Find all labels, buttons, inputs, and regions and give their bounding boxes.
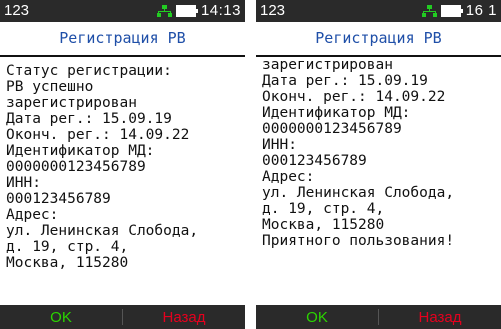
- ok-softkey[interactable]: OK: [256, 305, 378, 329]
- network-icon: [421, 4, 437, 17]
- status-bar: 123 14:13: [0, 0, 245, 22]
- detail-line: Статус регистрации:: [6, 63, 172, 79]
- detail-line: ул. Ленинская Слобода,: [6, 223, 199, 239]
- status-bar: 123 16 1: [256, 0, 501, 22]
- softkey-bar: OK Назад: [256, 305, 501, 329]
- detail-line: ИНН:: [262, 137, 297, 153]
- softkey-bar: OK Назад: [0, 305, 245, 329]
- back-softkey[interactable]: Назад: [379, 305, 501, 329]
- detail-line: Адрес:: [262, 169, 315, 185]
- detail-line: зарегистрирован: [262, 57, 393, 73]
- detail-line: д. 19, стр. 4,: [6, 239, 129, 255]
- detail-line: Оконч. рег.: 14.09.22: [6, 127, 190, 143]
- battery-icon: [175, 4, 198, 17]
- signal-text: 123: [260, 2, 286, 19]
- registration-details[interactable]: Статус регистрации: РВ успешно зарегистр…: [6, 63, 243, 303]
- detail-line: 0000000123456789: [6, 159, 146, 175]
- device-screen-right: 123 16 1 Регистрация РВ зарегистрирован …: [256, 0, 501, 329]
- registration-details[interactable]: зарегистрирован Дата рег.: 15.09.19 Окон…: [262, 57, 499, 297]
- detail-line: д. 19, стр. 4,: [262, 201, 385, 217]
- detail-line: ул. Ленинская Слобода,: [262, 185, 455, 201]
- detail-line: Оконч. рег.: 14.09.22: [262, 89, 446, 105]
- detail-line: Идентификатор МД:: [262, 105, 411, 121]
- back-softkey[interactable]: Назад: [123, 305, 245, 329]
- detail-line: Адрес:: [6, 207, 59, 223]
- signal-text: 123: [4, 2, 30, 19]
- detail-line: Москва, 115280: [6, 255, 129, 271]
- screen-title: Регистрация РВ: [59, 29, 186, 47]
- detail-line: ИНН:: [6, 175, 41, 191]
- clock-time: 14:13: [200, 2, 241, 19]
- detail-line: Дата рег.: 15.09.19: [6, 111, 172, 127]
- detail-line: 000123456789: [6, 191, 111, 207]
- screen-title: Регистрация РВ: [315, 29, 442, 47]
- detail-line: 000123456789: [262, 153, 367, 169]
- detail-line: Дата рег.: 15.09.19: [262, 73, 428, 89]
- detail-line: зарегистрирован: [6, 95, 137, 111]
- detail-line: Приятного пользования!: [262, 233, 455, 249]
- detail-line: Идентификатор МД:: [6, 143, 155, 159]
- battery-icon: [440, 4, 463, 17]
- detail-line: 0000000123456789: [262, 121, 402, 137]
- detail-line: Москва, 115280: [262, 217, 385, 233]
- device-screen-left: 123 14:13 Регистрация РВ Статус регистра…: [0, 0, 245, 329]
- network-icon: [156, 4, 172, 17]
- ok-softkey[interactable]: OK: [0, 305, 122, 329]
- title-divider: [0, 55, 245, 57]
- detail-line: РВ успешно: [6, 79, 94, 95]
- clock-time: 16 1: [465, 2, 497, 19]
